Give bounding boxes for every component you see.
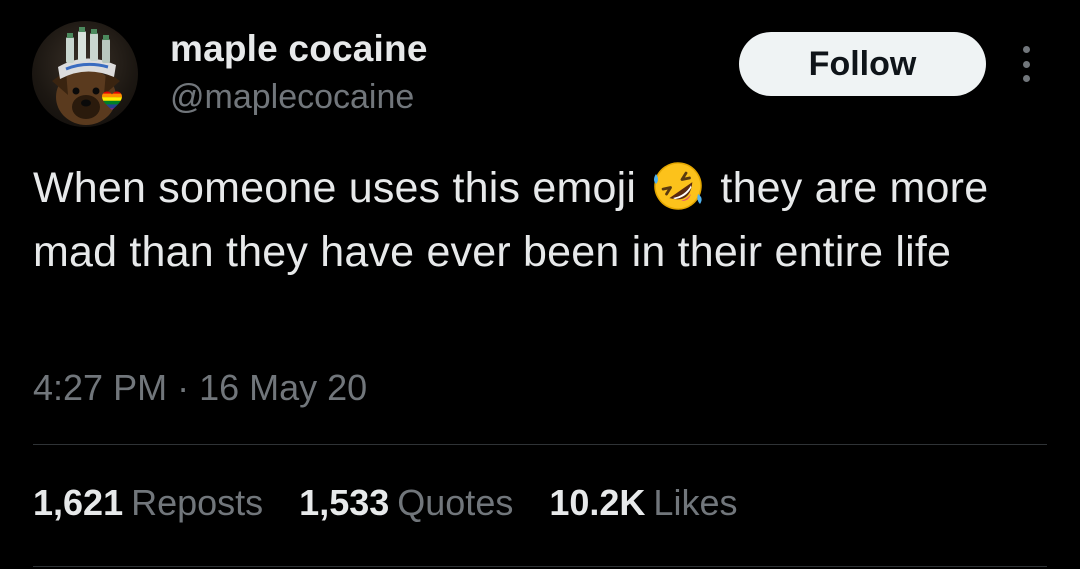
divider [33,566,1047,567]
more-options-icon[interactable] [1012,40,1040,88]
likes-stat[interactable]: 10.2K Likes [549,482,737,524]
reposts-stat[interactable]: 1,621 Reposts [33,482,263,524]
quotes-count: 1,533 [299,482,390,523]
divider [33,444,1047,445]
tweet-text: When someone uses this emoji they are mo… [33,156,1043,284]
follow-button[interactable]: Follow [739,32,986,96]
rolling-on-floor-laughing-emoji-icon [654,162,703,210]
more-dot [1022,46,1030,53]
reposts-count: 1,621 [33,482,124,523]
more-dot [1022,60,1030,68]
tweet-time: 4:27 PM [33,367,168,408]
tweet-card: maple cocaine @maplecocaine Follow When … [0,0,1080,569]
tweet-timestamp[interactable]: 4:27 PM · 16 May 20 [33,367,367,409]
meta-separator: · [177,367,190,408]
display-name[interactable]: maple cocaine [170,28,428,70]
tweet-date: 16 May 20 [199,367,368,408]
quotes-stat[interactable]: 1,533 Quotes [299,482,513,524]
reposts-label: Reposts [131,482,264,523]
quotes-label: Quotes [397,482,514,523]
user-handle[interactable]: @maplecocaine [170,78,414,117]
engagement-stats: 1,621 Reposts 1,533 Quotes 10.2K Likes [33,482,737,524]
pride-heart-icon [102,91,122,110]
likes-count: 10.2K [549,482,646,523]
tweet-text-part1: When someone uses this emoji [33,164,637,212]
likes-label: Likes [653,482,738,523]
more-dot [1022,75,1030,82]
